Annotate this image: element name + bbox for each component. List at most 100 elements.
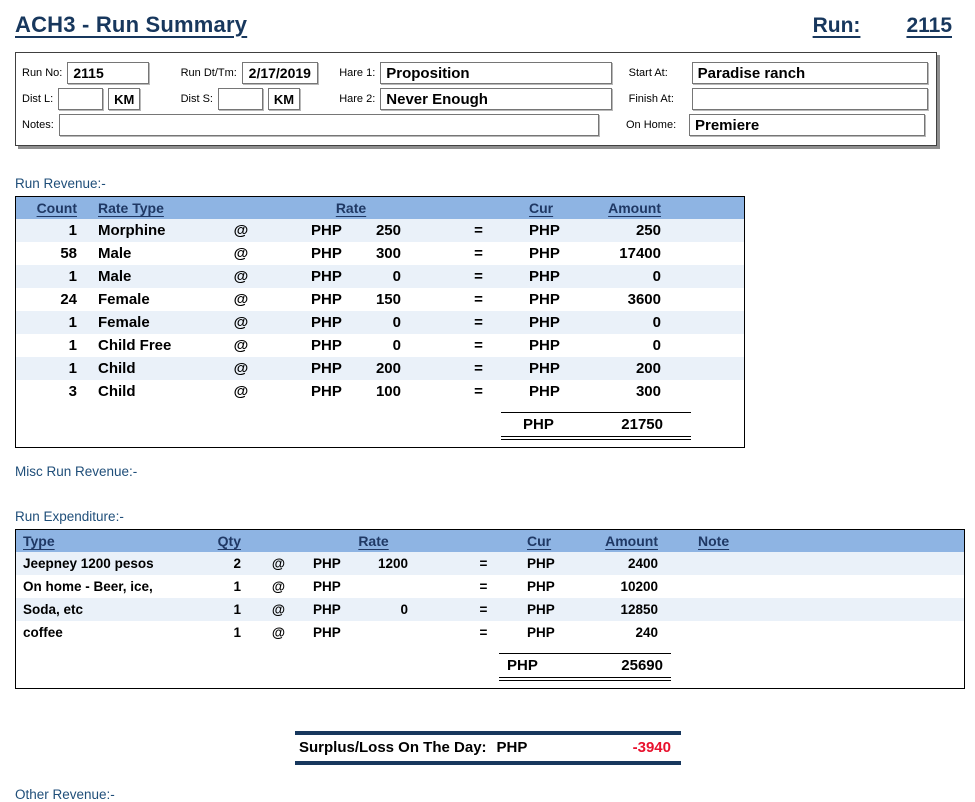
cur-cell: PHP: [521, 602, 591, 617]
run-date-field[interactable]: 2/17/2019: [242, 62, 318, 84]
amount-cell: 300: [576, 383, 691, 400]
expenditure-total-amount: 25690: [621, 657, 663, 674]
cur-cell: PHP: [286, 383, 361, 400]
rate-cell: 1200: [361, 556, 446, 571]
at-cell: @: [256, 579, 301, 594]
dist-l-field[interactable]: [58, 88, 103, 110]
amount-cell: 240: [591, 625, 696, 640]
cur-cell: PHP: [501, 268, 576, 285]
cur-cell: PHP: [501, 314, 576, 331]
type-cell: Jeepney 1200 pesos: [16, 556, 211, 571]
run-no-group: Run No: 2115: [22, 62, 181, 84]
qty-cell: 1: [211, 579, 256, 594]
hare2-field[interactable]: Never Enough: [380, 88, 612, 110]
at-cell: @: [256, 602, 301, 617]
equals-cell: =: [446, 579, 521, 594]
revenue-row: 58 Male @ PHP 300 = PHP 17400: [16, 242, 744, 265]
amount-cell: 12850: [591, 602, 696, 617]
count-cell: 58: [16, 245, 81, 262]
rate-type-cell: Morphine: [81, 222, 196, 239]
revenue-row: 1 Male @ PHP 0 = PHP 0: [16, 265, 744, 288]
equals-cell: =: [416, 268, 501, 285]
cur-cell: PHP: [301, 625, 361, 640]
finish-at-label: Finish At:: [629, 93, 687, 105]
run-expenditure-section-label: Run Expenditure:-: [15, 509, 960, 524]
type-cell: coffee: [16, 625, 211, 640]
cur-cell: PHP: [286, 245, 361, 262]
expenditure-header-cur: Cur: [521, 533, 591, 549]
revenue-table: Count Rate Type Rate Cur Amount 1 Morphi…: [15, 196, 745, 448]
at-cell: @: [196, 337, 286, 354]
cur-cell: PHP: [301, 556, 361, 571]
on-home-group: On Home: Premiere: [626, 114, 928, 136]
expenditure-row: coffee 1 @ PHP = PHP 240: [16, 621, 964, 644]
revenue-row: 3 Child @ PHP 100 = PHP 300: [16, 380, 744, 403]
surplus-loss-amount: -3940: [633, 739, 675, 756]
equals-cell: =: [416, 291, 501, 308]
at-cell: @: [256, 556, 301, 571]
surplus-loss-band: Surplus/Loss On The Day: PHP -3940: [295, 731, 681, 765]
revenue-row: 1 Female @ PHP 0 = PHP 0: [16, 311, 744, 334]
type-cell: On home - Beer, ice,: [16, 579, 211, 594]
run-no-field[interactable]: 2115: [67, 62, 149, 84]
rate-cell: 250: [361, 222, 416, 239]
dist-s-field[interactable]: [218, 88, 263, 110]
run-number: 2115: [906, 14, 952, 38]
revenue-table-header: Count Rate Type Rate Cur Amount: [16, 197, 744, 219]
equals-cell: =: [446, 625, 521, 640]
cur-cell: PHP: [286, 360, 361, 377]
start-at-label: Start At:: [629, 67, 687, 79]
hare1-field[interactable]: Proposition: [380, 62, 612, 84]
run-date-group: Run Dt/Tm: 2/17/2019: [181, 62, 340, 84]
expenditure-row: Soda, etc 1 @ PHP 0 = PHP 12850: [16, 598, 964, 621]
rate-cell: 200: [361, 360, 416, 377]
run-info-row-3: Notes: On Home: Premiere: [22, 114, 928, 136]
cur-cell: PHP: [521, 556, 591, 571]
notes-field[interactable]: [59, 114, 599, 136]
expenditure-header-type: Type: [16, 533, 211, 549]
run-info-row-2: Dist L: KM Dist S: KM Hare 2: Never Enou…: [22, 88, 928, 110]
amount-cell: 0: [576, 268, 691, 285]
revenue-row: 1 Child @ PHP 200 = PHP 200: [16, 357, 744, 380]
surplus-loss-cur: PHP: [497, 739, 528, 756]
other-revenue-section-label: Other Revenue:-: [15, 787, 960, 802]
count-cell: 1: [16, 314, 81, 331]
rate-type-cell: Male: [81, 268, 196, 285]
run-label: Run:: [813, 14, 861, 38]
qty-cell: 1: [211, 625, 256, 640]
cur-cell: PHP: [501, 337, 576, 354]
expenditure-header-qty: Qty: [211, 533, 256, 549]
expenditure-table: Type Qty Rate Cur Amount Note Jeepney 12…: [15, 529, 965, 689]
dist-s-unit: KM: [268, 88, 300, 110]
rate-cell: 150: [361, 291, 416, 308]
amount-cell: 0: [576, 314, 691, 331]
cur-cell: PHP: [501, 222, 576, 239]
count-cell: 1: [16, 337, 81, 354]
count-cell: 24: [16, 291, 81, 308]
amount-cell: 3600: [576, 291, 691, 308]
count-cell: 1: [16, 268, 81, 285]
on-home-field[interactable]: Premiere: [689, 114, 925, 136]
run-info-row-1: Run No: 2115 Run Dt/Tm: 2/17/2019 Hare 1…: [22, 62, 928, 84]
equals-cell: =: [416, 245, 501, 262]
hare1-group: Hare 1: Proposition: [339, 62, 628, 84]
rate-type-cell: Female: [81, 291, 196, 308]
expenditure-table-header: Type Qty Rate Cur Amount Note: [16, 530, 964, 552]
start-at-field[interactable]: Paradise ranch: [692, 62, 928, 84]
equals-cell: =: [416, 360, 501, 377]
notes-group: Notes:: [22, 114, 599, 136]
cur-cell: PHP: [301, 602, 361, 617]
expenditure-row: Jeepney 1200 pesos 2 @ PHP 1200 = PHP 24…: [16, 552, 964, 575]
at-cell: @: [196, 314, 286, 331]
cur-cell: PHP: [301, 579, 361, 594]
cur-cell: PHP: [286, 291, 361, 308]
revenue-header-count: Count: [16, 200, 81, 216]
expenditure-header-rate: Rate: [301, 533, 446, 549]
cur-cell: PHP: [501, 245, 576, 262]
equals-cell: =: [416, 383, 501, 400]
finish-at-field[interactable]: [692, 88, 928, 110]
cur-cell: PHP: [501, 360, 576, 377]
cur-cell: PHP: [286, 314, 361, 331]
title-bar: ACH3 - Run Summary Run: 2115: [15, 12, 960, 38]
dist-s-label: Dist S:: [181, 93, 213, 105]
